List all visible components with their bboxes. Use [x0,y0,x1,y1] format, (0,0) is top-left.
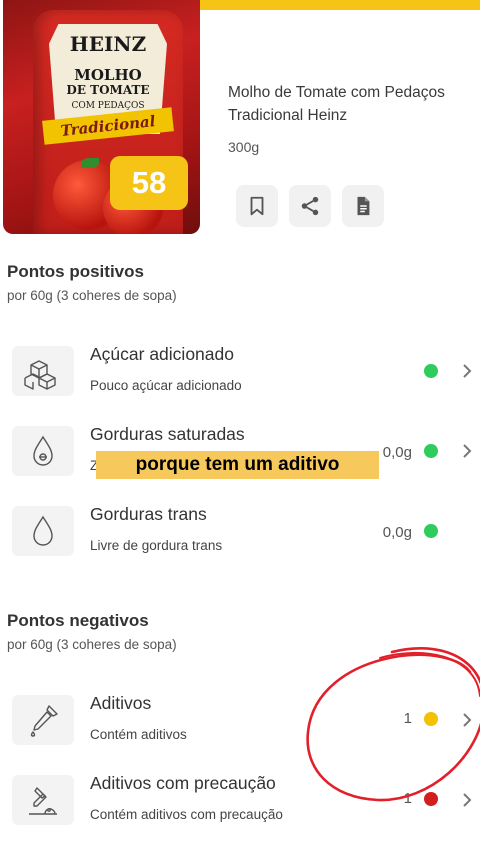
status-dot-yellow [424,712,438,726]
nutrient-row-aditivos[interactable]: Aditivos Contém aditivos 1 [0,693,480,761]
positives-portion: por 60g (3 coheres de sopa) [7,288,177,303]
chevron-right-icon [463,444,472,458]
status-dot-red [424,792,438,806]
negatives-title: Pontos negativos [7,611,149,630]
status-dot-green [424,524,438,538]
row-description: Pouco açúcar adicionado [90,378,242,393]
row-title: Aditivos com precaução [90,773,276,793]
row-title: Açúcar adicionado [90,344,234,364]
drop-icon [12,506,74,556]
row-description: Contém aditivos com precaução [90,807,283,822]
package-line2: DE TOMATE [66,83,150,97]
row-value: 1 [403,790,412,807]
row-value: 0,0g [382,524,412,541]
nutrient-row-aditivos-precaucao[interactable]: Aditivos com precaução Contém aditivos c… [0,773,480,841]
row-title: Gorduras trans [90,504,207,524]
sugar-cubes-icon [12,346,74,396]
video-caption: porque tem um aditivo [96,451,379,479]
row-value: 0,0g [382,444,412,461]
leaf-graphic [81,158,99,168]
row-title: Gorduras saturadas [90,424,245,444]
row-description: Livre de gordura trans [90,538,223,553]
share-button[interactable] [289,185,331,227]
share-icon [301,196,319,216]
row-value: 1 [403,710,412,727]
chevron-right-icon [463,713,472,727]
package-line1: MOLHO [74,66,142,84]
document-button[interactable] [342,185,384,227]
score-badge: 58 [110,156,188,210]
nutrient-row-acucar[interactable]: Açúcar adicionado Pouco açúcar adicionad… [0,344,480,412]
package-brand: HEINZ [69,32,147,56]
row-title: Aditivos [90,693,152,713]
status-dot-green [424,364,438,378]
nutrient-row-gorduras-trans[interactable]: Gorduras trans Livre de gordura trans 0,… [0,504,480,572]
negatives-portion: por 60g (3 coheres de sopa) [7,637,177,652]
bookmark-icon [250,196,264,216]
chevron-right-icon [463,793,472,807]
positives-title: Pontos positivos [7,262,144,281]
chevron-right-icon [463,364,472,378]
product-weight: 300g [228,139,260,155]
row-description: Contém aditivos [90,727,187,742]
lab-additives-icon [12,775,74,825]
status-dot-green [424,444,438,458]
product-name: Molho de Tomate com Pedaços Tradicional … [228,84,445,124]
document-icon [357,196,370,216]
dropper-icon [12,695,74,745]
fat-drop-icon [12,426,74,476]
top-accent-bar [200,0,480,10]
bookmark-button[interactable] [236,185,278,227]
